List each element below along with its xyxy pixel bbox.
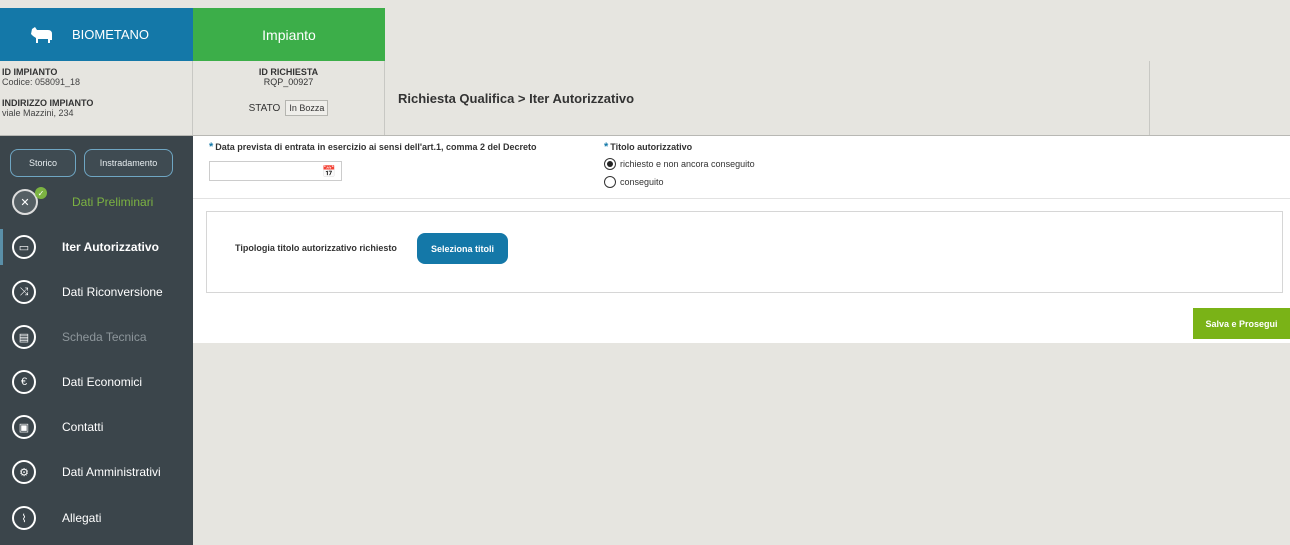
save-button[interactable]: Salva e Prosegui xyxy=(1193,308,1290,339)
sidebar: Storico Instradamento ✕ ✓ Dati Prelimina… xyxy=(0,136,193,545)
radio-label: conseguito xyxy=(620,177,664,187)
sidebar-item-label: Dati Riconversione xyxy=(62,285,163,299)
instradamento-button[interactable]: Instradamento xyxy=(84,149,173,177)
wrench-icon: ⚙ xyxy=(12,460,36,484)
radio-button[interactable] xyxy=(604,176,616,188)
date-field-label-text: Data prevista di entrata in esercizio ai… xyxy=(215,142,537,152)
sidebar-item-dati-riconversione[interactable]: ⤨ Dati Riconversione xyxy=(0,270,193,314)
tipologia-label: Tipologia titolo autorizzativo richiesto xyxy=(235,243,397,253)
sheet-icon: ▤ xyxy=(12,325,36,349)
titolo-label: * Titolo autorizzativo xyxy=(604,141,692,153)
sidebar-item-dati-amministrativi[interactable]: ⚙ Dati Amministrativi xyxy=(0,450,193,494)
radio-conseguito[interactable]: conseguito xyxy=(604,176,664,188)
stato-row: STATO In Bozza xyxy=(193,100,384,116)
divider xyxy=(193,198,1290,199)
sidebar-item-label: Iter Autorizzativo xyxy=(62,240,159,254)
required-marker: * xyxy=(209,141,214,153)
contacts-icon: ▣ xyxy=(12,415,36,439)
seleziona-titoli-button[interactable]: Seleziona titoli xyxy=(417,233,508,264)
brand-label: BIOMETANO xyxy=(72,27,150,42)
sidebar-item-contatti[interactable]: ▣ Contatti xyxy=(0,405,193,449)
titolo-label-text: Titolo autorizzativo xyxy=(610,142,693,152)
sidebar-item-label: Scheda Tecnica xyxy=(62,330,147,344)
header-right-panel xyxy=(1150,61,1290,135)
indirizzo-label: INDIRIZZO IMPIANTO xyxy=(2,98,94,108)
document-icon: ▭ xyxy=(12,235,36,259)
storico-button[interactable]: Storico xyxy=(10,149,76,177)
id-richiesta-label: ID RICHIESTA xyxy=(258,67,319,77)
sidebar-item-label: Allegati xyxy=(62,511,102,525)
indirizzo-value: viale Mazzini, 234 xyxy=(2,108,74,118)
sidebar-item-label: Dati Preliminari xyxy=(72,195,154,209)
radio-button-selected[interactable] xyxy=(604,158,616,170)
sidebar-item-label: Dati Amministrativi xyxy=(62,465,161,479)
sidebar-item-scheda-tecnica: ▤ Scheda Tecnica xyxy=(0,315,193,359)
request-info: ID RICHIESTA RQP_00927 STATO In Bozza xyxy=(193,61,385,135)
euro-icon: € xyxy=(12,370,36,394)
shuffle-icon: ⤨ xyxy=(12,280,36,304)
tipologia-panel: Tipologia titolo autorizzativo richiesto… xyxy=(206,211,1283,293)
date-input[interactable]: 📅 xyxy=(209,161,342,181)
paperclip-icon: ⌇ xyxy=(12,506,36,530)
radio-richiesto[interactable]: richiesto e non ancora conseguito xyxy=(604,158,755,170)
check-icon: ✓ xyxy=(35,187,47,199)
required-marker: * xyxy=(604,141,609,153)
sidebar-item-label: Contatti xyxy=(62,420,104,434)
sidebar-item-allegati[interactable]: ⌇ Allegati xyxy=(0,496,193,540)
stato-label: STATO xyxy=(248,102,281,114)
top-bar-fill xyxy=(385,8,1290,61)
sidebar-item-iter-autorizzativo[interactable]: ▭ Iter Autorizzativo xyxy=(0,225,193,269)
page: BIOMETANO Impianto ID IMPIANTO Codice: 0… xyxy=(0,0,1290,545)
sidebar-item-dati-preliminari[interactable]: ✕ ✓ Dati Preliminari xyxy=(0,180,193,224)
main-content: * Data prevista di entrata in esercizio a… xyxy=(193,136,1290,343)
sidebar-item-label: Dati Economici xyxy=(62,375,143,389)
plant-info: ID IMPIANTO Codice: 058091_18 INDIRIZZO … xyxy=(0,61,193,135)
sidebar-item-dati-economici[interactable]: € Dati Economici xyxy=(0,360,193,404)
date-field-label: * Data prevista di entrata in esercizio a… xyxy=(209,141,537,153)
id-impianto-label: ID IMPIANTO xyxy=(2,67,58,77)
status-badge: In Bozza xyxy=(285,100,329,116)
id-richiesta-value: RQP_00927 xyxy=(263,77,314,87)
calendar-icon[interactable]: 📅 xyxy=(322,165,336,178)
id-impianto-value: Codice: 058091_18 xyxy=(2,77,81,87)
radio-label: richiesto e non ancora conseguito xyxy=(620,159,755,169)
brand-header[interactable]: BIOMETANO xyxy=(0,8,193,61)
tab-impianto[interactable]: Impianto xyxy=(193,8,385,61)
cow-icon xyxy=(31,26,52,43)
breadcrumb: Richiesta Qualifica > Iter Autorizzativo xyxy=(385,61,1150,135)
